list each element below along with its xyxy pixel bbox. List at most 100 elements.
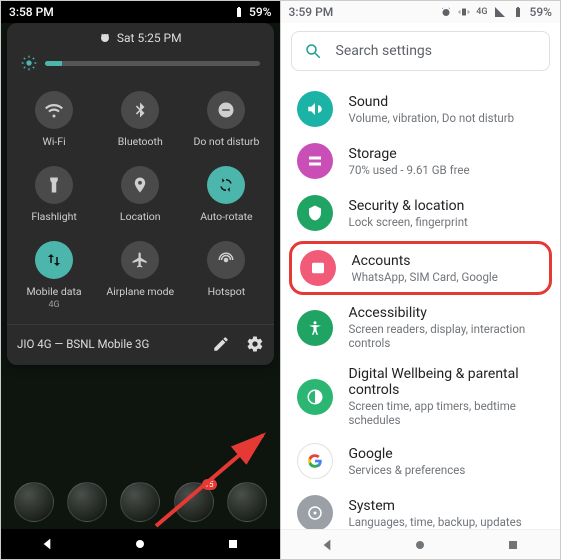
dnd-icon: [217, 101, 235, 119]
google-icon: [306, 452, 324, 470]
row-title: Sound: [349, 94, 515, 110]
signal-icon: [494, 6, 506, 18]
row-subtitle: Languages, time, backup, updates: [349, 515, 522, 529]
recent-icon[interactable]: [505, 537, 521, 553]
alarm-icon: [99, 32, 111, 44]
settings-row-sound[interactable]: SoundVolume, vibration, Do not disturb: [281, 83, 561, 135]
navigation-bar: [1, 529, 280, 559]
tile-label: Airplane mode: [106, 285, 174, 298]
status-bar: 3:58 PM 59%: [1, 1, 280, 23]
dock-app-drawer[interactable]: [120, 482, 160, 522]
tile-label: Hotspot: [208, 285, 246, 298]
a11y-icon: [306, 319, 324, 337]
row-subtitle: Lock screen, fingerprint: [349, 215, 468, 229]
tile-label: Bluetooth: [118, 135, 163, 148]
dock-app[interactable]: 15: [174, 482, 214, 522]
tile-label: Auto-rotate: [200, 210, 252, 223]
brightness-slider[interactable]: [7, 49, 274, 81]
settings-screen: 3:59 PM 4G 59% Search settings SoundVolu…: [281, 1, 561, 559]
edit-icon[interactable]: [212, 335, 230, 353]
status-bar: 3:59 PM 4G 59%: [281, 1, 561, 23]
location-icon: [131, 176, 149, 194]
qs-tile-mobiledata[interactable]: Mobile data 4G: [11, 235, 97, 316]
recent-icon[interactable]: [225, 536, 241, 552]
qs-tile-flashlight[interactable]: Flashlight: [11, 160, 97, 229]
home-icon[interactable]: [132, 536, 148, 552]
qs-tile-wifi[interactable]: Wi-Fi: [11, 85, 97, 154]
network-label: 4G: [476, 7, 487, 17]
system-icon: [306, 504, 324, 522]
row-title: Digital Wellbeing & parental controls: [349, 366, 547, 398]
home-icon[interactable]: [412, 537, 428, 553]
qs-tile-dnd[interactable]: Do not disturb: [183, 85, 269, 154]
back-icon[interactable]: [39, 536, 55, 552]
status-time: 3:59 PM: [289, 5, 334, 19]
row-title: Accessibility: [349, 305, 547, 321]
tile-label: Wi-Fi: [43, 135, 66, 148]
navigation-bar: [281, 529, 561, 559]
settings-gear-icon[interactable]: [246, 335, 264, 353]
battery-icon: [233, 6, 245, 18]
tile-label: Flashlight: [31, 210, 77, 223]
tile-label: Location: [120, 210, 161, 223]
qs-tile-autorotate[interactable]: Auto-rotate: [183, 160, 269, 229]
row-subtitle: Volume, vibration, Do not disturb: [349, 111, 515, 125]
security-icon: [306, 204, 324, 222]
battery-percent: 59%: [249, 5, 271, 19]
status-time: 3:58 PM: [9, 5, 54, 19]
quick-settings-panel: Sat 5:25 PM Wi-Fi Bluetooth Do not disturb…: [7, 23, 274, 365]
tile-label: Do not disturb: [193, 135, 259, 148]
row-subtitle: 70% used - 9.61 GB free: [349, 163, 470, 177]
settings-row-accounts[interactable]: AccountsWhatsApp, SIM Card, Google: [289, 241, 553, 295]
row-title: Google: [349, 446, 466, 462]
settings-row-wellbeing[interactable]: Digital Wellbeing & parental controlsScr…: [281, 358, 561, 435]
battery-icon: [512, 6, 524, 18]
qs-header[interactable]: Sat 5:25 PM: [7, 23, 274, 49]
row-title: Security & location: [349, 198, 468, 214]
dock-app[interactable]: [67, 482, 107, 522]
airplane-icon: [131, 251, 149, 269]
settings-row-a11y[interactable]: AccessibilityScreen readers, display, in…: [281, 297, 561, 358]
search-settings[interactable]: Search settings: [291, 31, 551, 71]
storage-icon: [306, 152, 324, 170]
row-subtitle: Services & preferences: [349, 463, 466, 477]
carrier-label: JIO 4G — BSNL Mobile 3G: [17, 337, 149, 351]
qs-tile-bluetooth[interactable]: Bluetooth: [97, 85, 183, 154]
search-icon: [304, 42, 322, 60]
sound-icon: [306, 100, 324, 118]
qs-tile-hotspot[interactable]: Hotspot: [183, 235, 269, 316]
brightness-icon: [21, 55, 37, 71]
home-dock: 15: [1, 475, 280, 529]
row-title: System: [349, 498, 522, 514]
settings-row-google[interactable]: GoogleServices & preferences: [281, 435, 561, 487]
bluetooth-icon: [131, 101, 149, 119]
autorotate-icon: [217, 176, 235, 194]
row-title: Accounts: [352, 253, 498, 269]
settings-row-storage[interactable]: Storage70% used - 9.61 GB free: [281, 135, 561, 187]
wellbeing-icon: [306, 388, 324, 406]
back-icon[interactable]: [319, 537, 335, 553]
flashlight-icon: [45, 176, 63, 194]
tile-sublabel: 4G: [48, 300, 59, 310]
hotspot-icon: [217, 251, 235, 269]
row-subtitle: Screen time, app timers, bedtime schedul…: [349, 399, 547, 427]
alarm-icon: [440, 6, 452, 18]
settings-row-security[interactable]: Security & locationLock screen, fingerpr…: [281, 187, 561, 239]
battery-percent: 59%: [530, 5, 552, 19]
wifi-icon: [45, 101, 63, 119]
qs-tile-airplane[interactable]: Airplane mode: [97, 235, 183, 316]
search-placeholder: Search settings: [336, 43, 433, 59]
row-title: Storage: [349, 146, 470, 162]
vibrate-icon: [458, 6, 470, 18]
qs-tile-location[interactable]: Location: [97, 160, 183, 229]
accounts-icon: [309, 259, 327, 277]
quick-settings-screen: 3:58 PM 59% Sat 5:25 PM Wi-Fi Bluetooth Do…: [1, 1, 281, 559]
dock-app[interactable]: [14, 482, 54, 522]
mobiledata-icon: [45, 251, 63, 269]
tile-label: Mobile data: [27, 285, 82, 298]
row-subtitle: WhatsApp, SIM Card, Google: [352, 270, 498, 284]
row-subtitle: Screen readers, display, interaction con…: [349, 322, 547, 350]
alarm-label: Sat 5:25 PM: [117, 31, 182, 45]
notification-badge: 15: [202, 479, 217, 490]
dock-app[interactable]: [227, 482, 267, 522]
